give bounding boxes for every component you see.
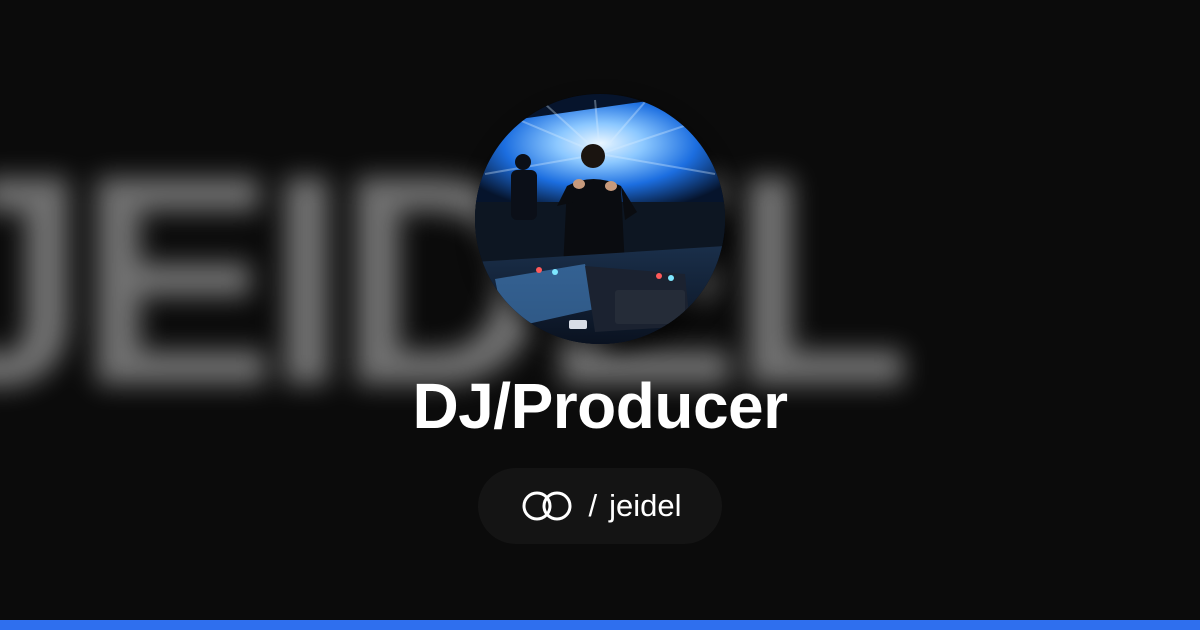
- avatar: [475, 94, 727, 352]
- avatar-photo-illustration: [475, 94, 725, 344]
- profile-title: DJ/Producer: [412, 370, 788, 442]
- avatar-photo: [475, 94, 725, 344]
- linked-rings-icon: [518, 489, 576, 523]
- accent-bar: [0, 620, 1200, 630]
- share-card: jeidel: [0, 0, 1200, 630]
- handle-separator: /: [588, 488, 598, 523]
- handle-text: jeidel: [609, 488, 682, 523]
- handle-pill[interactable]: / jeidel: [478, 468, 722, 544]
